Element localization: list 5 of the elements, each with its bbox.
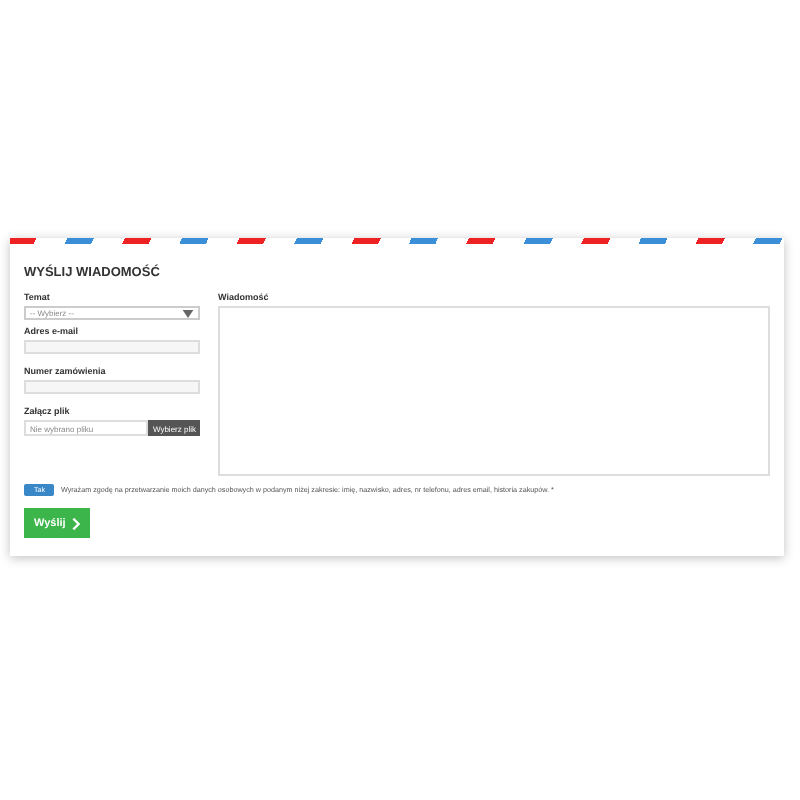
email-field[interactable]	[24, 340, 200, 354]
caret-icon	[182, 309, 194, 317]
message-field[interactable]	[218, 306, 770, 476]
order-number-field[interactable]	[24, 380, 200, 394]
chevron-icon	[71, 517, 80, 529]
